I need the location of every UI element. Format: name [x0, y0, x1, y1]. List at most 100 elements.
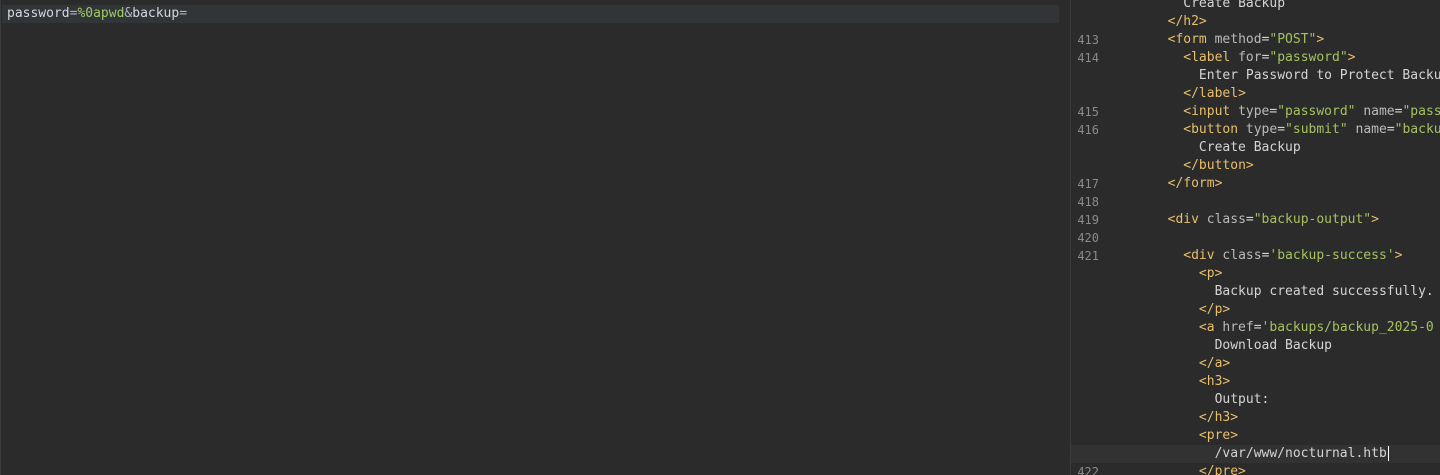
- text-token: =: [1386, 122, 1395, 137]
- line-number: 419: [1077, 213, 1099, 227]
- current-source-line[interactable]: /var/www/nocturnal.htb: [1071, 445, 1440, 463]
- source-line[interactable]: Download Backup: [1071, 337, 1440, 355]
- html-attr-token: href: [1222, 320, 1254, 335]
- source-code: <a href='backups/backup_2025-0: [1105, 319, 1434, 337]
- source-line[interactable]: 417 </form>: [1071, 175, 1440, 193]
- request-body-pane[interactable]: password=%0apwd&backup=: [0, 0, 1063, 475]
- source-line[interactable]: <pre>: [1071, 427, 1440, 445]
- source-line[interactable]: </label>: [1071, 85, 1440, 103]
- param-backup-key: backup: [132, 6, 180, 21]
- line-number: 413: [1077, 33, 1099, 47]
- source-code: </h3>: [1105, 409, 1238, 427]
- html-string-token: "backup-output": [1253, 212, 1372, 227]
- text-token: Create Backup: [1198, 140, 1301, 155]
- source-line[interactable]: 418: [1071, 193, 1440, 211]
- source-code: <div class='backup-success'>: [1105, 247, 1402, 265]
- text-token: =: [1253, 320, 1262, 335]
- source-line[interactable]: 415 <input type="password" name="passwor…: [1071, 103, 1440, 121]
- source-line[interactable]: </h3>: [1071, 409, 1440, 427]
- html-attr-token: method: [1214, 32, 1262, 47]
- html-tag-token: <p>: [1198, 266, 1223, 281]
- source-line[interactable]: <h3>: [1071, 373, 1440, 391]
- source-code: /var/www/nocturnal.htb: [1105, 445, 1389, 463]
- html-attr-token: class: [1222, 248, 1262, 263]
- source-line[interactable]: </h2>: [1071, 13, 1440, 31]
- source-code: <label for="password">: [1105, 49, 1356, 67]
- line-number: 416: [1077, 123, 1099, 137]
- line-number: 417: [1077, 177, 1099, 191]
- html-string-token: 'backups/backup_2025-0: [1261, 320, 1434, 335]
- source-code: <div class="backup-output">: [1105, 211, 1379, 229]
- text-token: Create Backup: [1183, 0, 1286, 11]
- html-string-token: "backup": [1394, 122, 1440, 137]
- source-line[interactable]: 420: [1071, 229, 1440, 247]
- source-line[interactable]: 421 <div class='backup-success'>: [1071, 247, 1440, 265]
- source-code: <form method="POST">: [1105, 31, 1325, 49]
- source-line[interactable]: </p>: [1071, 301, 1440, 319]
- source-line[interactable]: Create Backup: [1071, 139, 1440, 157]
- source-code: <pre>: [1105, 427, 1238, 445]
- html-tag-token: </form>: [1167, 176, 1223, 191]
- param-backup-equals: =: [179, 6, 188, 21]
- source-code: <input type="password" name="password": [1105, 103, 1440, 121]
- source-line[interactable]: Output:: [1071, 391, 1440, 409]
- html-tag-token: <input: [1183, 104, 1239, 119]
- source-code: Backup created successfully.: [1105, 283, 1434, 301]
- source-line[interactable]: <p>: [1071, 265, 1440, 283]
- source-line[interactable]: 414 <label for="password">: [1071, 49, 1440, 67]
- pane-splitter[interactable]: [1063, 0, 1070, 475]
- source-line[interactable]: Backup created successfully.: [1071, 283, 1440, 301]
- html-tag-token: </a>: [1198, 356, 1231, 371]
- source-line[interactable]: 413 <form method="POST">: [1071, 31, 1440, 49]
- response-source-pane[interactable]: Create Backup </h2> 413 <form method="POS…: [1070, 0, 1440, 475]
- html-string-token: "password": [1402, 104, 1440, 119]
- source-code: Create Backup: [1105, 0, 1285, 13]
- line-number: 421: [1077, 249, 1099, 263]
- source-code: </button>: [1105, 157, 1253, 175]
- html-string-token: "POST": [1269, 32, 1317, 47]
- html-string-token: "password": [1277, 104, 1356, 119]
- source-line[interactable]: 422 </pre>: [1071, 463, 1440, 475]
- html-tag-token: </h2>: [1167, 14, 1207, 29]
- html-tag-token: >: [1347, 50, 1356, 65]
- html-tag-token: </label>: [1183, 86, 1246, 101]
- source-line[interactable]: Enter Password to Protect Backup: [1071, 67, 1440, 85]
- source-line[interactable]: Create Backup: [1071, 0, 1440, 13]
- text-token: =: [1245, 212, 1254, 227]
- html-attr-token: class: [1206, 212, 1246, 227]
- param-password-key: password: [7, 6, 70, 21]
- request-body-line[interactable]: password=%0apwd&backup=: [2, 5, 1059, 23]
- source-code: <button type="submit" name="backup": [1105, 121, 1440, 139]
- line-number: 414: [1077, 51, 1099, 65]
- html-tag-token: <h3>: [1198, 374, 1231, 389]
- source-line[interactable]: 419 <div class="backup-output">: [1071, 211, 1440, 229]
- source-line[interactable]: 416 <button type="submit" name="backup": [1071, 121, 1440, 139]
- source-line[interactable]: <a href='backups/backup_2025-0: [1071, 319, 1440, 337]
- source-code: </label>: [1105, 85, 1246, 103]
- text-token: =: [1277, 122, 1286, 137]
- source-code: Output:: [1105, 391, 1270, 409]
- source-code: </p>: [1105, 301, 1230, 319]
- html-tag-token: <label: [1183, 50, 1239, 65]
- source-code: <h3>: [1105, 373, 1230, 391]
- source-line[interactable]: </a>: [1071, 355, 1440, 373]
- html-string-token: "submit": [1285, 122, 1348, 137]
- source-code: </pre>: [1105, 463, 1246, 475]
- line-number: 415: [1077, 105, 1099, 119]
- source-line[interactable]: </button>: [1071, 157, 1440, 175]
